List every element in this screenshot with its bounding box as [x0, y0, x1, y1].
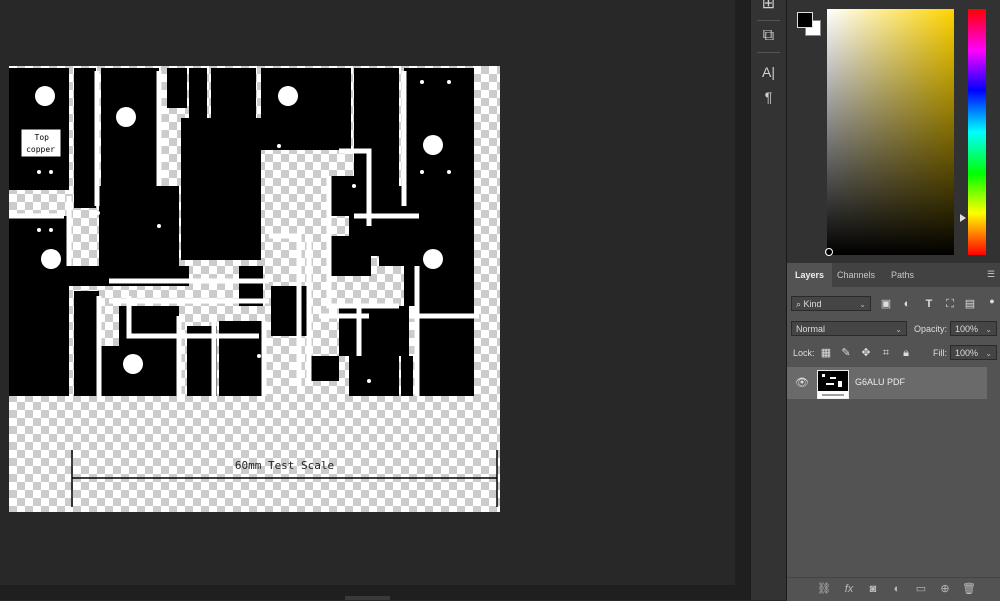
visibility-eye-icon[interactable]: 👁︎ [795, 376, 809, 390]
tab-channels[interactable]: Channels [829, 263, 883, 287]
kind-filter-select[interactable]: ⌕ Kind ⌄ [791, 296, 871, 311]
chevron-down-icon: ⌄ [985, 349, 992, 358]
pcb-artwork: Top copper [9, 68, 498, 507]
chevron-down-icon: ⌄ [985, 325, 992, 334]
paragraph-icon[interactable]: ¶ [755, 85, 782, 109]
horizontal-scrollbar[interactable] [0, 585, 735, 600]
smart-object-filter-icon[interactable]: ▤ [963, 297, 977, 311]
color-picker-field[interactable] [827, 9, 954, 255]
blend-row: Normal ⌄ Opacity: 100% ⌄ [787, 321, 1000, 337]
adjustment-filter-icon[interactable]: ◐ [900, 297, 914, 311]
fill-label: Fill: [933, 348, 947, 358]
panel-menu-icon[interactable]: ☰ [987, 270, 995, 279]
opacity-input[interactable]: 100% ⌄ [950, 321, 997, 336]
lock-image-pixels-icon[interactable]: ✎ [839, 346, 853, 360]
scrollbar-thumb[interactable] [345, 596, 390, 600]
history-icon[interactable]: ⊞ [755, 0, 782, 16]
blend-mode-value: Normal [796, 324, 826, 334]
fill-input[interactable]: 100% ⌄ [950, 345, 997, 360]
hue-slider[interactable] [968, 9, 986, 255]
adjustment-icon[interactable]: ◐ [890, 582, 904, 596]
lock-artboard-icon[interactable]: ⌗ [879, 346, 893, 360]
lock-row: Lock: ▦ ✎ ✥ ⌗ 🔒︎ Fill: 100% ⌄ [787, 345, 1000, 361]
trash-icon[interactable]: 🗑︎ [962, 582, 976, 596]
foreground-color-swatch[interactable] [797, 12, 813, 28]
hue-slider-handle[interactable] [960, 214, 966, 222]
new-layer-icon[interactable]: ⊕ [938, 582, 952, 596]
properties-icon[interactable]: ⧉ [755, 24, 782, 48]
tab-paths[interactable]: Paths [883, 263, 922, 287]
scale-label: 60mm Test Scale [234, 459, 335, 472]
pixel-filter-icon[interactable]: ▣ [879, 297, 893, 311]
silk-text-copper: copper [26, 145, 55, 154]
document-canvas-area[interactable]: Top copper 60mm Test Scale [0, 0, 735, 585]
type-filter-icon[interactable]: T [922, 297, 936, 311]
chevron-down-icon: ⌄ [895, 325, 902, 334]
fx-icon[interactable]: fx [842, 582, 856, 596]
layer-name[interactable]: G6ALU PDF [855, 377, 905, 387]
lock-transparent-pixels-icon[interactable]: ▦ [819, 346, 833, 360]
character-icon[interactable]: A| [755, 60, 782, 84]
blend-mode-select[interactable]: Normal ⌄ [791, 321, 907, 336]
tab-layers[interactable]: Layers [787, 263, 833, 287]
chevron-down-icon: ⌄ [859, 300, 866, 309]
right-panel-dock: Layers Channels Paths ☰ ⌕ Kind ⌄ ▣ ◐ T ⛶ … [786, 0, 1000, 601]
opacity-value: 100% [955, 324, 979, 334]
color-picker-cursor[interactable] [825, 248, 833, 256]
panel-divider [735, 0, 750, 600]
group-folder-icon[interactable]: ▭ [914, 582, 928, 596]
silk-text-top: Top [35, 133, 50, 142]
search-icon: ⌕ [796, 299, 804, 309]
lock-all-icon[interactable]: 🔒︎ [899, 346, 913, 360]
link-icon[interactable]: ⛓ [817, 582, 831, 596]
lock-position-icon[interactable]: ✥ [859, 346, 873, 360]
layer-row[interactable]: 👁︎ G6ALU PDF [787, 367, 987, 399]
mask-icon[interactable]: ◙ [866, 582, 880, 596]
filter-toggle-icon[interactable]: ● [985, 294, 999, 308]
panel-tabs: Layers Channels Paths ☰ [787, 263, 1000, 287]
kind-filter-label: Kind [803, 299, 822, 309]
layer-thumbnail [817, 370, 849, 399]
layer-filter-row: ⌕ Kind ⌄ ▣ ◐ T ⛶ ▤ ● [787, 296, 1000, 312]
opacity-label: Opacity: [914, 324, 948, 334]
lock-label: Lock: [793, 348, 815, 358]
shape-filter-icon[interactable]: ⛶ [943, 297, 957, 311]
color-panel [787, 0, 1000, 258]
layers-panel-footer: ⛓ fx ◙ ◐ ▭ ⊕ 🗑︎ [787, 577, 1000, 601]
fill-value: 100% [955, 348, 979, 358]
collapsed-panel-strip: ⊞ ⧉ A| ¶ [750, 0, 786, 600]
document-canvas[interactable]: Top copper 60mm Test Scale [9, 66, 500, 512]
layers-panel: Layers Channels Paths ☰ ⌕ Kind ⌄ ▣ ◐ T ⛶ … [787, 263, 1000, 601]
